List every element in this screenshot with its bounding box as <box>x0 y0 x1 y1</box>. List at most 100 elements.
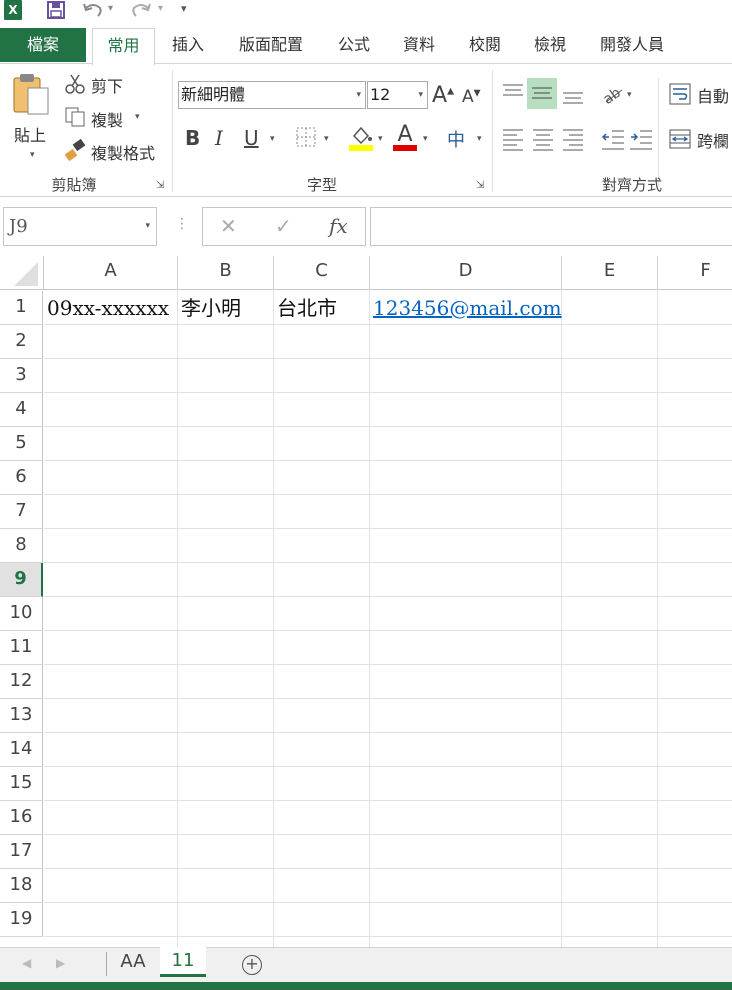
format-painter-button[interactable]: 複製格式 <box>91 140 155 164</box>
row-header[interactable]: 13 <box>0 699 43 733</box>
redo-icon[interactable] <box>130 0 152 20</box>
align-center-icon[interactable] <box>529 125 557 153</box>
paste-button[interactable] <box>10 72 56 120</box>
copy-icon[interactable] <box>64 106 86 128</box>
column-header-f[interactable]: F <box>658 256 732 290</box>
orientation-icon[interactable]: ab <box>600 82 624 108</box>
cancel-icon[interactable]: ✕ <box>220 214 237 238</box>
merge-center-icon[interactable] <box>668 127 692 151</box>
borders-dropdown-icon[interactable]: ▾ <box>324 134 329 144</box>
font-size-select[interactable]: 12 ▾ <box>367 81 428 109</box>
select-all-corner[interactable] <box>0 256 44 290</box>
phonetic-guide-icon[interactable]: 中 <box>447 126 465 152</box>
row-header[interactable]: 19 <box>0 903 43 937</box>
cell-b1[interactable]: 李小明 <box>178 291 274 325</box>
fill-color-dropdown-icon[interactable]: ▾ <box>378 134 383 144</box>
decrease-font-size-icon[interactable]: A▼ <box>462 87 481 107</box>
tab-file[interactable]: 檔案 <box>0 28 86 62</box>
wrap-text-icon[interactable] <box>668 82 692 106</box>
tab-page-layout[interactable]: 版面配置 <box>226 28 316 64</box>
tab-formulas[interactable]: 公式 <box>325 28 383 64</box>
row-header[interactable]: 14 <box>0 733 43 767</box>
undo-dropdown-icon[interactable]: ▾ <box>108 0 113 20</box>
bold-button[interactable]: B <box>185 126 200 150</box>
underline-button[interactable]: U <box>244 126 259 150</box>
align-top-icon[interactable] <box>499 80 527 108</box>
name-box[interactable]: J9 ▾ <box>3 207 157 246</box>
tab-view[interactable]: 檢視 <box>521 28 579 64</box>
tab-home[interactable]: 常用 <box>92 28 155 65</box>
scroll-sheets-left-icon[interactable]: ◀ <box>22 956 31 970</box>
cut-button[interactable]: 剪下 <box>91 73 123 97</box>
cell-c1[interactable]: 台北市 <box>274 291 370 325</box>
tab-review[interactable]: 校閱 <box>456 28 514 64</box>
formula-bar-grip-icon[interactable]: ⋮ <box>175 216 189 232</box>
underline-dropdown-icon[interactable]: ▾ <box>270 134 275 144</box>
row-header[interactable]: 17 <box>0 835 43 869</box>
column-header-e[interactable]: E <box>562 256 658 290</box>
align-right-icon[interactable] <box>559 125 587 153</box>
tab-developer[interactable]: 開發人員 <box>588 28 676 64</box>
font-launcher-icon[interactable]: ⇲ <box>476 180 484 191</box>
copy-dropdown-icon[interactable]: ▾ <box>135 112 140 122</box>
font-name-select[interactable]: 新細明體 ▾ <box>178 81 366 109</box>
cell-d1-email-link[interactable]: 123456@mail.com <box>370 291 562 325</box>
row-header[interactable]: 4 <box>0 393 43 427</box>
row-header[interactable]: 10 <box>0 597 43 631</box>
column-header-d[interactable]: D <box>370 256 562 290</box>
tab-insert[interactable]: 插入 <box>160 28 216 64</box>
paste-dropdown-icon[interactable]: ▾ <box>30 150 35 160</box>
row-header[interactable]: 3 <box>0 359 43 393</box>
formula-input[interactable] <box>370 207 732 246</box>
copy-button[interactable]: 複製 <box>91 107 123 131</box>
scroll-sheets-right-icon[interactable]: ▶ <box>56 956 65 970</box>
align-left-icon[interactable] <box>499 125 527 153</box>
format-painter-icon[interactable] <box>64 138 86 162</box>
sheet-tab-aa[interactable]: AA <box>110 948 156 978</box>
fill-color-icon[interactable] <box>348 124 374 156</box>
row-header[interactable]: 12 <box>0 665 43 699</box>
name-box-dropdown-icon[interactable]: ▾ <box>145 221 150 231</box>
row-header[interactable]: 16 <box>0 801 43 835</box>
row-header[interactable]: 9 <box>0 563 43 597</box>
redo-dropdown-icon[interactable]: ▾ <box>158 0 163 20</box>
column-header-c[interactable]: C <box>274 256 370 290</box>
increase-font-size-icon[interactable]: A▲ <box>432 83 454 108</box>
paste-label[interactable]: 貼上 <box>14 122 46 146</box>
customize-qat-icon[interactable]: ▾ <box>181 0 187 20</box>
row-header[interactable]: 7 <box>0 495 43 529</box>
wrap-text-button[interactable]: 自動 <box>697 83 729 107</box>
undo-icon[interactable] <box>82 0 104 20</box>
tab-data[interactable]: 資料 <box>390 28 448 64</box>
row-header[interactable]: 1 <box>0 291 43 325</box>
cut-icon[interactable] <box>64 73 86 95</box>
italic-button[interactable]: I <box>215 126 223 150</box>
sheet-tab-11[interactable]: 11 <box>160 947 206 977</box>
column-header-b[interactable]: B <box>178 256 274 290</box>
row-header[interactable]: 8 <box>0 529 43 563</box>
merge-center-button[interactable]: 跨欄 <box>697 128 729 152</box>
row-header[interactable]: 2 <box>0 325 43 359</box>
row-header[interactable]: 15 <box>0 767 43 801</box>
add-sheet-icon[interactable]: + <box>242 955 262 975</box>
row-header[interactable]: 11 <box>0 631 43 665</box>
clipboard-launcher-icon[interactable]: ⇲ <box>156 180 164 191</box>
borders-icon[interactable] <box>295 126 317 152</box>
phonetic-dropdown-icon[interactable]: ▾ <box>477 134 482 144</box>
font-color-dropdown-icon[interactable]: ▾ <box>423 134 428 144</box>
save-icon[interactable] <box>46 0 66 20</box>
orientation-dropdown-icon[interactable]: ▾ <box>627 90 632 100</box>
insert-function-icon[interactable]: fx <box>329 214 348 238</box>
row-header[interactable]: 5 <box>0 427 43 461</box>
font-color-icon[interactable]: A <box>392 124 418 152</box>
cell-a1[interactable]: 09xx-xxxxxx <box>44 291 178 325</box>
align-bottom-icon[interactable] <box>559 80 587 108</box>
align-middle-icon[interactable] <box>527 78 557 109</box>
font-size-dropdown-icon[interactable]: ▾ <box>418 82 423 108</box>
increase-indent-icon[interactable] <box>628 125 654 153</box>
column-header-a[interactable]: A <box>44 256 178 290</box>
row-header[interactable]: 6 <box>0 461 43 495</box>
font-name-dropdown-icon[interactable]: ▾ <box>356 82 361 108</box>
enter-icon[interactable]: ✓ <box>275 214 292 238</box>
decrease-indent-icon[interactable] <box>600 125 626 153</box>
